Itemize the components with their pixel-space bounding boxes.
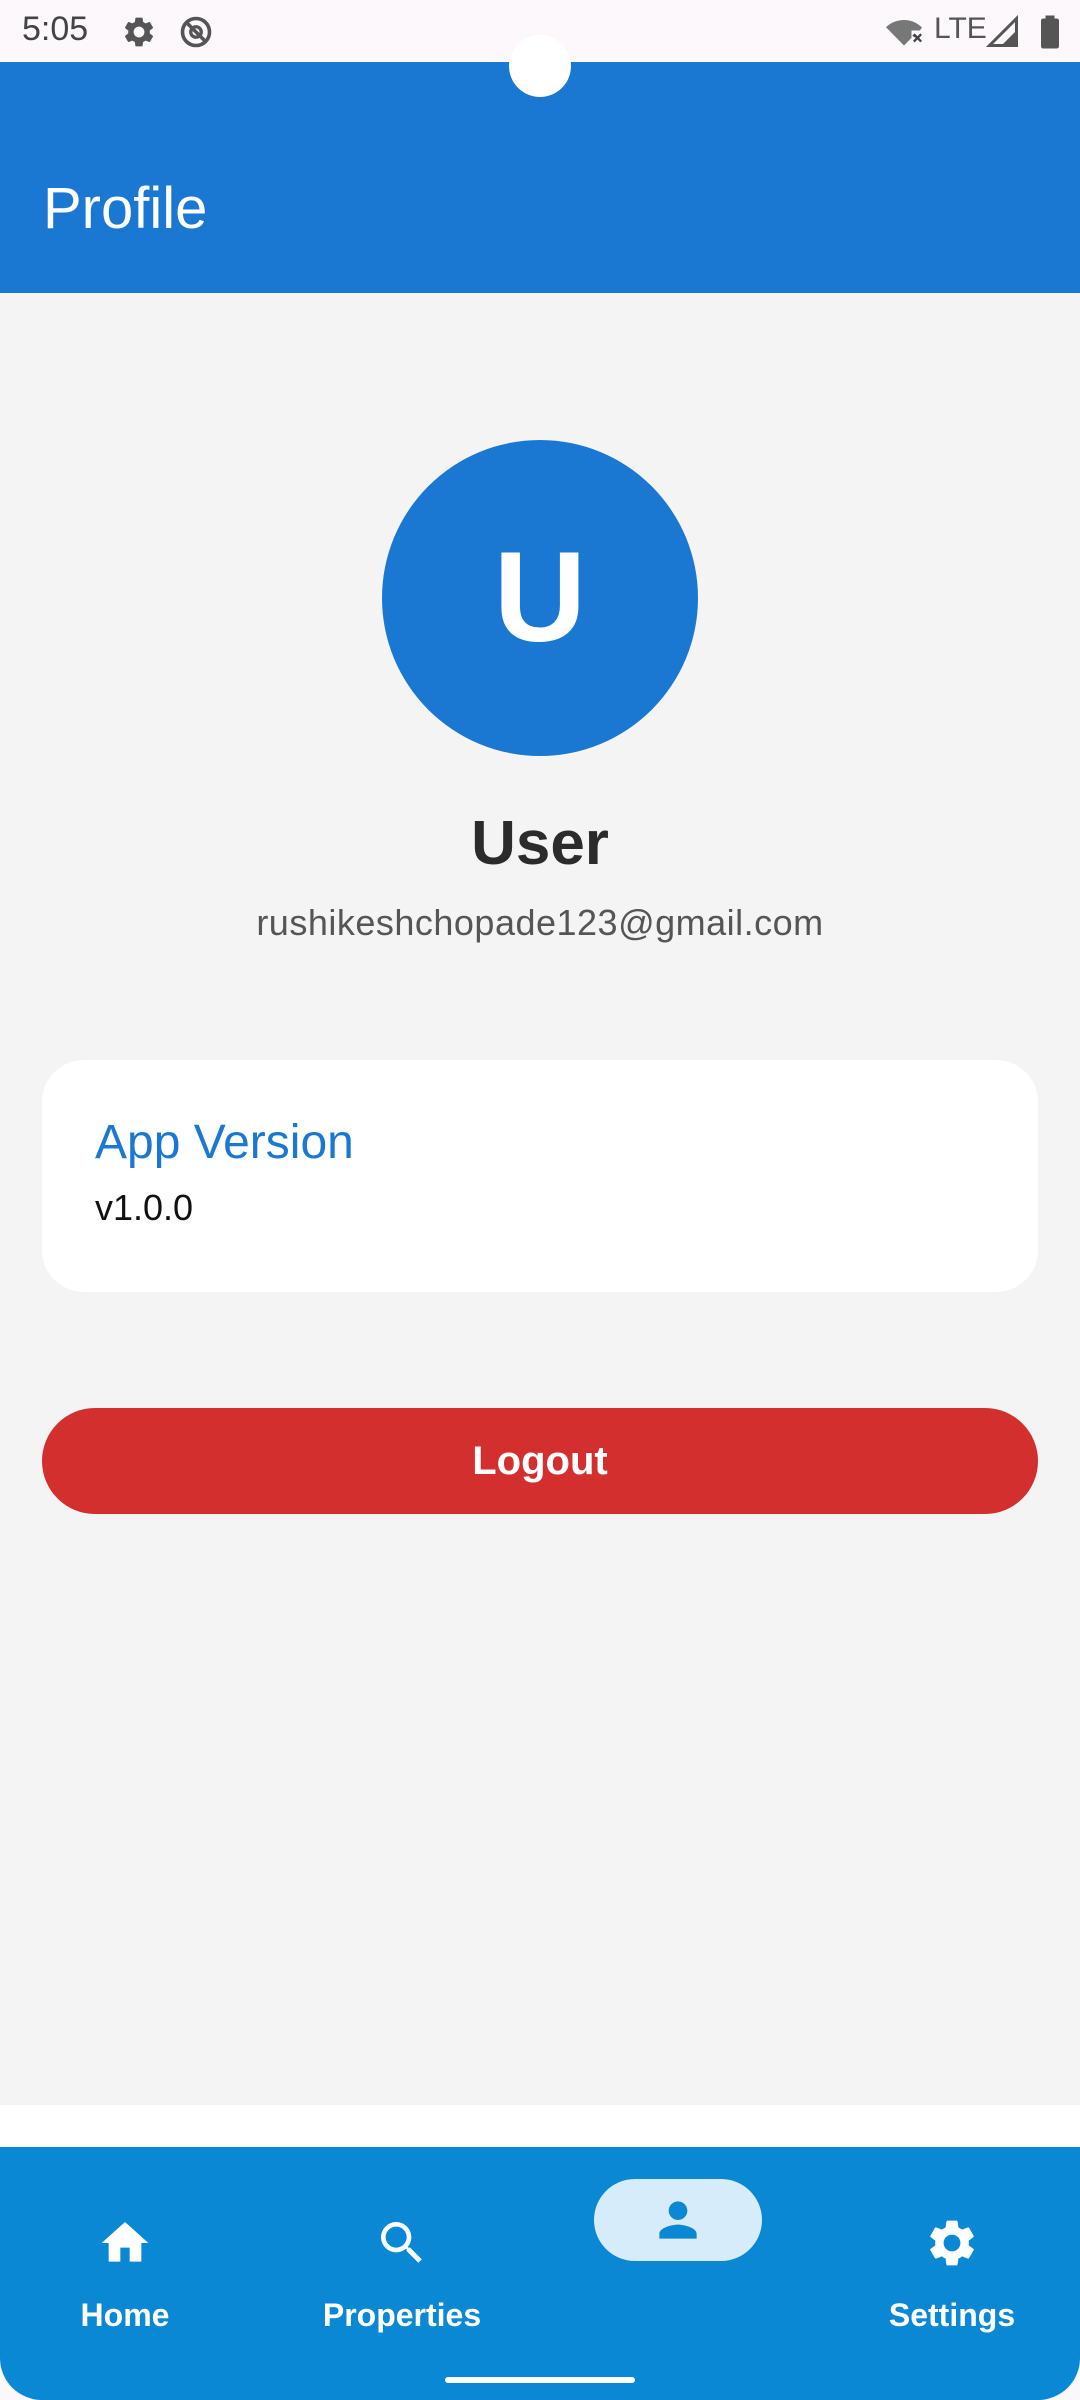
nav-label-properties: Properties [322, 2297, 482, 2333]
app-version-card: App Version v1.0.0 [42, 1060, 1038, 1292]
wifi-off-icon [886, 20, 922, 46]
page-title: Profile [43, 176, 208, 241]
no-disturb-icon [180, 16, 212, 48]
logout-button[interactable]: Logout [42, 1408, 1038, 1514]
avatar: U [382, 440, 698, 756]
settings-icon [930, 2220, 974, 2266]
nav-item-settings[interactable]: Settings [822, 2187, 1080, 2347]
nav-label-home: Home [80, 2297, 170, 2333]
gear-icon [124, 17, 154, 47]
search-icon [381, 2222, 422, 2263]
person-icon[interactable] [650, 2192, 706, 2248]
app-version-value: v1.0.0 [95, 1187, 194, 1228]
bottom-divider [0, 2105, 1080, 2147]
home-icon [101, 2222, 149, 2262]
network-type: LTE [934, 12, 987, 45]
home-indicator [445, 2377, 635, 2383]
nav-item-properties[interactable]: Properties [272, 2187, 532, 2347]
signal-icon [985, 14, 1018, 47]
battery-icon [1041, 15, 1059, 49]
status-time: 5:05 [22, 10, 89, 48]
user-email: rushikeshchopade123@gmail.com [256, 902, 824, 943]
nav-item-home[interactable]: Home [0, 2187, 255, 2347]
avatar-initial: U [493, 526, 587, 669]
app-version-label: App Version [95, 1116, 354, 1169]
bottom-navigation: Home Properties Settings [0, 2147, 1080, 2400]
user-name: User [471, 809, 609, 878]
nav-label-settings: Settings [888, 2297, 1016, 2333]
camera-cutout [509, 35, 571, 97]
